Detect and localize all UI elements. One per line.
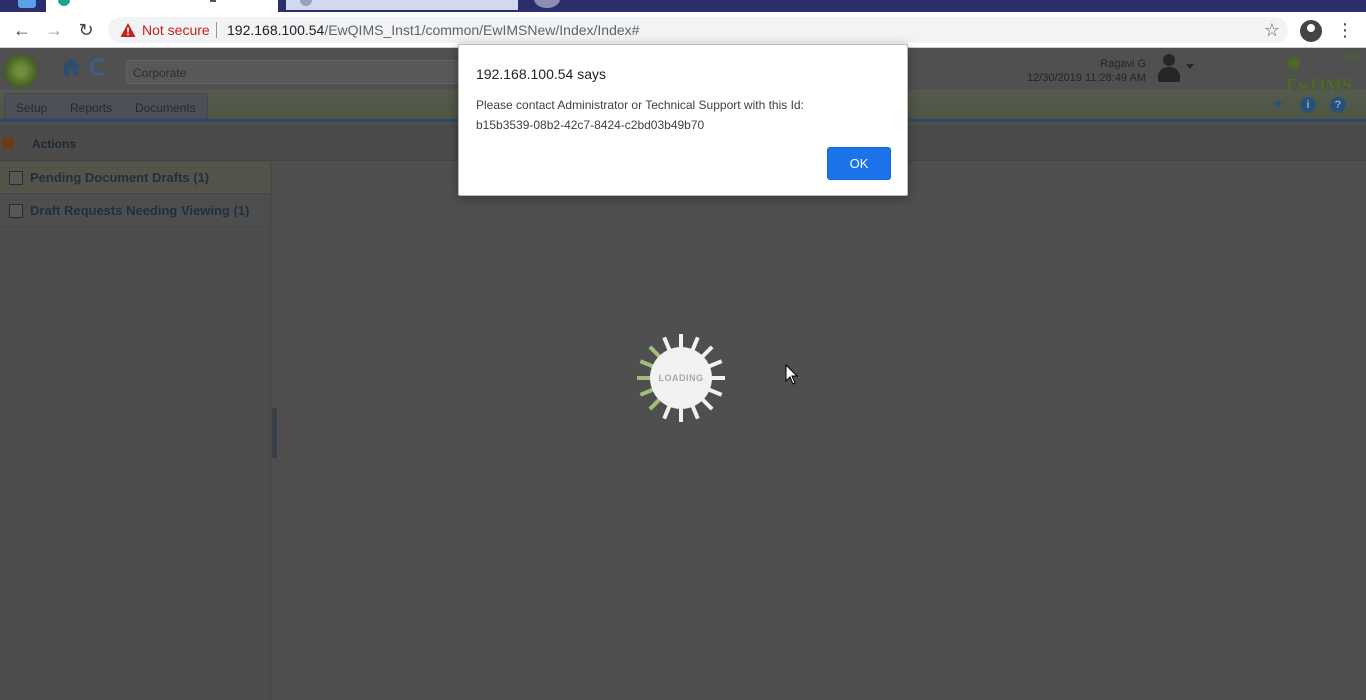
tab-inactive[interactable]: [286, 0, 518, 10]
tab-active[interactable]: [46, 0, 278, 12]
actions-icon[interactable]: [2, 137, 14, 149]
menu-item-reports[interactable]: Reports: [70, 101, 112, 115]
warning-icon[interactable]: [120, 22, 136, 38]
tab-close-icon[interactable]: [210, 0, 216, 2]
app-logo-icon[interactable]: [4, 54, 38, 88]
alert-dialog: 192.168.100.54 says Please contact Admin…: [458, 44, 908, 196]
sidebar-item-pending-drafts[interactable]: Pending Document Drafts (1): [0, 162, 270, 194]
pin-icon[interactable]: ✦: [1270, 97, 1286, 113]
user-name: Ragavi G: [1100, 58, 1146, 70]
new-tab-button[interactable]: [534, 0, 560, 8]
divider: [216, 22, 217, 38]
dialog-title: 192.168.100.54 says: [476, 66, 606, 82]
ok-button[interactable]: OK: [827, 147, 891, 180]
sidebar-item-label: Pending Document Drafts (1): [30, 170, 210, 185]
help-icon[interactable]: ?: [1330, 97, 1346, 113]
sidebar-item-label: Draft Requests Needing Viewing (1): [30, 203, 250, 218]
sidebar-item-draft-requests[interactable]: Draft Requests Needing Viewing (1): [0, 195, 270, 227]
brand-superscript: IMS: [1346, 52, 1363, 62]
spinner-tick: [707, 359, 723, 369]
company-selector[interactable]: Corporate: [126, 60, 466, 84]
profile-icon[interactable]: [1300, 20, 1322, 42]
spinner-tick: [662, 404, 672, 420]
loading-text: LOADING: [658, 373, 704, 383]
forward-icon[interactable]: →: [44, 20, 64, 40]
home-icon[interactable]: [60, 56, 82, 78]
spinner-tick: [648, 397, 662, 411]
more-menu-icon[interactable]: ⋮: [1336, 20, 1354, 40]
browser-menu-icon[interactable]: [18, 0, 36, 8]
spinner-tick: [690, 336, 700, 352]
chevron-down-icon[interactable]: [1186, 64, 1194, 69]
address-bar[interactable]: Not secure 192.168.100.54/EwQIMS_Inst1/c…: [108, 17, 1288, 43]
sidebar: Pending Document Drafts (1) Draft Reques…: [0, 162, 272, 700]
avatar-icon[interactable]: [1156, 54, 1182, 84]
menu-group: Setup Reports Documents: [4, 93, 208, 119]
back-icon[interactable]: ←: [12, 20, 32, 40]
url-text[interactable]: 192.168.100.54/EwQIMS_Inst1/common/EwIMS…: [227, 22, 639, 38]
menu-item-setup[interactable]: Setup: [16, 101, 47, 115]
actions-label[interactable]: Actions: [32, 137, 76, 151]
spinner-tick: [700, 397, 714, 411]
spinner-tick: [707, 387, 723, 397]
security-label[interactable]: Not secure: [142, 22, 210, 38]
url-path: /EwQIMS_Inst1/common/EwIMSNew/Index/Inde…: [324, 22, 640, 38]
menu-item-documents[interactable]: Documents: [135, 101, 196, 115]
bookmark-star-icon[interactable]: ☆: [1264, 20, 1280, 41]
browser-tab-strip: [0, 0, 1366, 12]
login-datetime: 12/30/2019 11:28:49 AM: [1026, 72, 1146, 84]
url-host: 192.168.100.54: [227, 22, 325, 38]
spinner-tick: [700, 345, 714, 359]
spinner-tick: [690, 404, 700, 420]
edit-document-icon: [9, 171, 23, 185]
dialog-message: Please contact Administrator or Technica…: [476, 98, 804, 132]
browser-toolbar: ← → ↻ Not secure 192.168.100.54/EwQIMS_I…: [0, 12, 1366, 48]
refresh-icon[interactable]: [90, 58, 108, 76]
reload-icon[interactable]: ↻: [76, 20, 96, 40]
edit-document-icon: [9, 204, 23, 218]
panel-splitter[interactable]: [272, 408, 277, 458]
mouse-cursor-icon: [785, 364, 799, 385]
spinner-tick: [639, 387, 655, 397]
info-icon[interactable]: i: [1300, 97, 1316, 113]
